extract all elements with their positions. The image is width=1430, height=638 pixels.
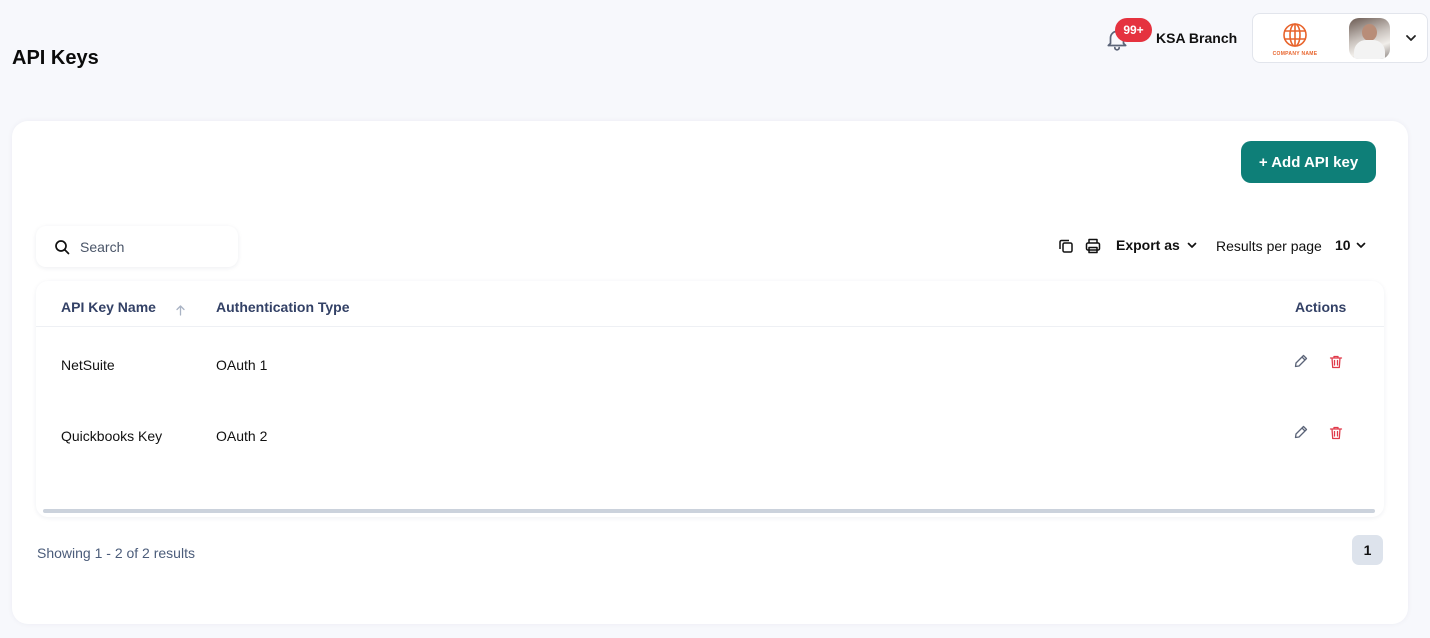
add-api-key-button[interactable]: + Add API key: [1241, 141, 1376, 183]
column-header-actions: Actions: [1295, 299, 1347, 315]
account-switcher[interactable]: COMPANY NAME: [1252, 13, 1428, 63]
api-keys-table: API Key Name Authentication Type Actions…: [36, 281, 1384, 517]
api-keys-card: + Add API key Export as Results per page…: [12, 121, 1408, 624]
search-input[interactable]: [80, 238, 220, 255]
results-per-page-label: Results per page: [1216, 238, 1322, 254]
notification-count-badge: 99+: [1115, 18, 1152, 42]
page-title: API Keys: [12, 47, 99, 69]
auth-type: OAuth 2: [216, 428, 268, 444]
horizontal-scrollbar[interactable]: [43, 509, 1375, 513]
edit-pencil-icon[interactable]: [1293, 424, 1309, 440]
edit-pencil-icon[interactable]: [1293, 353, 1309, 369]
delete-trash-icon[interactable]: [1328, 425, 1344, 441]
pagination-page-button[interactable]: 1: [1352, 535, 1383, 565]
auth-type: OAuth 1: [216, 357, 268, 373]
api-key-name: NetSuite: [61, 357, 115, 373]
header-divider: [36, 326, 1384, 327]
api-key-name: Quickbooks Key: [61, 428, 163, 444]
search-box[interactable]: [36, 226, 238, 267]
column-header-auth-type: Authentication Type: [216, 299, 350, 315]
delete-trash-icon[interactable]: [1328, 354, 1344, 370]
avatar[interactable]: [1349, 18, 1390, 59]
chevron-down-icon: [1187, 242, 1197, 248]
export-label: Export as: [1116, 237, 1180, 253]
branch-name[interactable]: KSA Branch: [1156, 30, 1237, 46]
column-header-name[interactable]: API Key Name: [61, 299, 156, 315]
sort-arrow-icon[interactable]: [175, 303, 186, 321]
export-dropdown[interactable]: Export as: [1116, 237, 1198, 253]
globe-icon: [1283, 23, 1307, 47]
print-icon[interactable]: [1084, 237, 1102, 255]
copy-icon[interactable]: [1057, 237, 1075, 255]
chevron-down-icon[interactable]: [1404, 31, 1418, 45]
search-icon: [55, 239, 70, 254]
chevron-down-icon: [1356, 242, 1365, 248]
results-per-page-select[interactable]: 10: [1335, 237, 1367, 253]
company-logo: COMPANY NAME: [1262, 16, 1328, 61]
results-summary: Showing 1 - 2 of 2 results: [37, 545, 195, 561]
